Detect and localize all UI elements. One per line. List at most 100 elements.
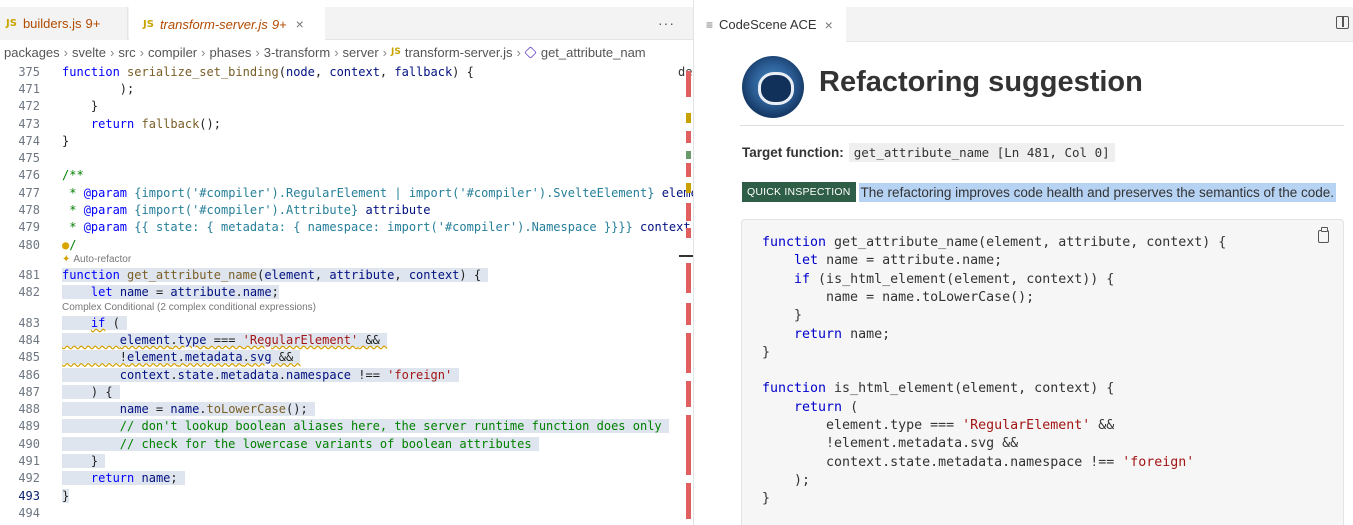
code-line: 489 // don't lookup boolean aliases here…: [0, 418, 685, 435]
line-number: 476: [18, 168, 40, 183]
line-number: 483: [18, 315, 40, 330]
code-line: 494: [0, 504, 685, 521]
breadcrumb-item[interactable]: svelte: [72, 45, 106, 60]
ruler-mark: [686, 333, 691, 373]
code-area[interactable]: 375 function serialize_set_binding(node,…: [0, 63, 693, 525]
close-icon[interactable]: ×: [825, 17, 833, 33]
code-line: 483 if (: [0, 314, 685, 331]
problem-count: 9+: [271, 16, 287, 32]
code-line: !element.metadata.svg &&: [762, 436, 1019, 452]
code-line: function get_attribute_name(element, att…: [762, 235, 1227, 250]
inspection-row: QUICK INSPECTION The refactoring improve…: [742, 182, 1337, 202]
ruler-mark: [686, 131, 691, 143]
overview-ruler[interactable]: [686, 63, 693, 525]
lightbulb-icon[interactable]: ●: [62, 238, 69, 252]
ruler-mark: [686, 415, 691, 475]
codelens-auto-refactor[interactable]: ✦ Auto-refactor: [62, 253, 131, 266]
code-line: 472 }: [0, 98, 685, 115]
code-line: 479 * @param {{ state: { metadata: { nam…: [0, 219, 690, 236]
tab-label: CodeScene ACE: [719, 17, 817, 32]
code-line: 490 // check for the lowercase variants …: [0, 435, 685, 452]
breadcrumb-item[interactable]: packages: [4, 45, 60, 60]
line-number: 486: [18, 367, 40, 382]
code-line: return name;: [794, 326, 891, 342]
breadcrumb-item[interactable]: transform-server.js: [405, 45, 513, 60]
code-line: 493 }: [0, 487, 685, 504]
chevron-right-icon: ›: [334, 44, 339, 60]
line-number: 479: [18, 220, 40, 235]
more-actions-icon[interactable]: ···: [658, 15, 675, 31]
breadcrumb-item[interactable]: server: [343, 45, 379, 60]
code-line: element.type === 'RegularElement' &&: [762, 418, 1115, 433]
inspection-text: The refactoring improves code health and…: [858, 182, 1337, 202]
codelens-complex-conditional[interactable]: Complex Conditional (2 complex condition…: [62, 301, 316, 314]
code-line: 492 return name;: [0, 470, 685, 487]
ruler-mark: [686, 71, 691, 97]
target-value: get_attribute_name [Ln 481, Col 0]: [848, 143, 1115, 162]
code-line: 473 return fallback();: [0, 115, 685, 132]
line-number: 492: [18, 471, 40, 486]
ruler-mark: [686, 183, 691, 193]
ruler-mark: [686, 483, 691, 519]
line-number: 484: [18, 332, 40, 347]
line-number: 489: [18, 419, 40, 434]
breadcrumb-item[interactable]: compiler: [148, 45, 197, 60]
code-line: 486 context.state.metadata.namespace !==…: [0, 366, 685, 383]
code-line: return (: [794, 399, 859, 415]
close-icon[interactable]: ×: [296, 16, 304, 32]
js-file-icon: JS: [391, 47, 401, 57]
breadcrumb-item[interactable]: src: [118, 45, 135, 60]
suggested-code-block: function get_attribute_name(element, att…: [741, 219, 1344, 525]
split-editor-icon[interactable]: [1336, 16, 1349, 29]
line-number: 478: [18, 203, 40, 218]
ruler-mark: [686, 303, 691, 325]
line-number: 474: [18, 133, 40, 148]
breadcrumb-item[interactable]: get_attribute_nam: [541, 45, 646, 60]
line-number: 375: [18, 64, 40, 79]
code-line: name = name.toLowerCase();: [762, 289, 1035, 305]
line-number: 481: [18, 267, 40, 282]
line-number: 490: [18, 436, 40, 451]
code-line: 471 );: [0, 80, 685, 97]
code-line: let name = attribute.name;: [794, 253, 1003, 269]
js-file-icon: JS: [6, 18, 17, 29]
copy-icon[interactable]: [1318, 227, 1329, 243]
panel-tab-bar: ≡ CodeScene ACE ×: [694, 7, 1353, 42]
tab-transform-server-js[interactable]: JS transform-server.js 9+ ×: [129, 7, 325, 41]
target-label: Target function:: [742, 145, 844, 160]
quick-inspection-badge: QUICK INSPECTION: [742, 182, 856, 202]
line-number: 485: [18, 350, 40, 365]
preview-icon: ≡: [706, 17, 714, 32]
line-number: 475: [18, 151, 40, 166]
line-number: 477: [18, 185, 40, 200]
line-number: 491: [18, 454, 40, 469]
code-line: 487 ) {: [0, 383, 685, 400]
code-line: 480 ●/: [0, 236, 685, 253]
line-number: 493: [18, 488, 40, 503]
ruler-mark: [686, 203, 691, 221]
line-number: 473: [18, 116, 40, 131]
line-number: 472: [18, 99, 40, 114]
breadcrumb-item[interactable]: phases: [209, 45, 251, 60]
code-line: context.state.metadata.namespace !== 'fo…: [762, 454, 1195, 470]
ruler-mark: [686, 263, 691, 293]
code-line: 488 name = name.toLowerCase();: [0, 401, 685, 418]
breadcrumb-item[interactable]: 3-transform: [264, 45, 330, 60]
ruler-mark: [686, 151, 691, 159]
code-line: );: [762, 472, 811, 488]
code-line: }: [762, 491, 771, 507]
ruler-mark: [686, 113, 691, 123]
line-number: 482: [18, 284, 40, 299]
code-line: 474 }: [0, 132, 685, 149]
chevron-right-icon: ›: [255, 44, 260, 60]
breadcrumb: packages › svelte › src › compiler › phases ›…: [0, 41, 693, 63]
code-line: function is_html_element(element, contex…: [762, 381, 1115, 397]
chevron-right-icon: ›: [382, 44, 388, 60]
codescene-panel: ≡ CodeScene ACE × Refactoring suggestion…: [694, 0, 1353, 525]
tab-codescene-ace[interactable]: ≡ CodeScene ACE ×: [694, 7, 846, 42]
tab-label: builders.js: [22, 16, 82, 31]
function-symbol-icon: [524, 45, 537, 59]
ruler-mark: [686, 228, 691, 238]
tab-builders-js[interactable]: JS builders.js 9+: [0, 7, 128, 40]
code-editor[interactable]: JS builders.js 9+ JS transform-server.js…: [0, 0, 693, 525]
